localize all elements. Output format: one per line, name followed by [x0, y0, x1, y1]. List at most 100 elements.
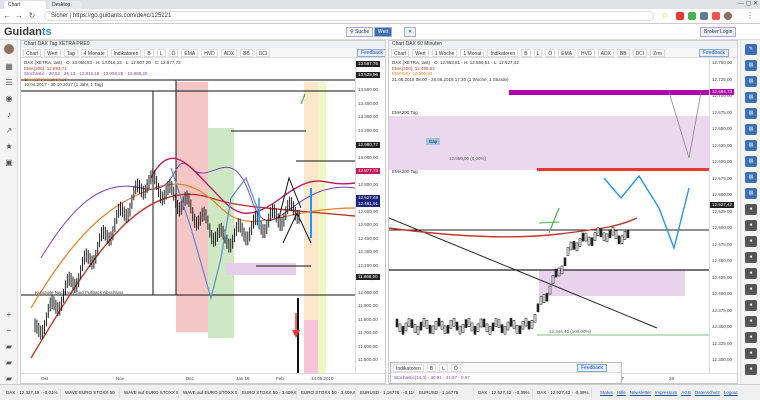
toolbar-button[interactable]: DCI	[255, 49, 271, 57]
toolbar-button[interactable]: 4 Monate	[80, 49, 108, 57]
avatar[interactable]: ●	[745, 332, 757, 343]
toolbar-button[interactable]: 1 Monat	[460, 49, 485, 57]
extension-icon-3[interactable]	[700, 12, 708, 20]
toolbar-button[interactable]: B	[426, 364, 437, 372]
toolbar-button[interactable]: BB	[616, 49, 630, 57]
avatar[interactable]: ●	[745, 364, 757, 375]
toolbar-button[interactable]: L	[156, 49, 166, 57]
profile-avatar[interactable]	[724, 12, 732, 20]
extension-icon[interactable]	[676, 12, 684, 20]
toolbar-button[interactable]: Ö	[450, 364, 461, 372]
toolbar-button[interactable]: L	[533, 49, 543, 57]
feedback-button[interactable]: Feedback	[357, 49, 385, 57]
avatar[interactable]: ●	[745, 220, 757, 231]
header-tab-wert[interactable]: Wert	[374, 27, 393, 37]
toolbar-button[interactable]: B	[521, 49, 531, 57]
avatar[interactable]: ●	[745, 204, 757, 215]
footer-link[interactable]: Datenschutz	[695, 390, 720, 395]
ticker-item[interactable]: EURO STOXX 50 · 3.409,65 · -0,07%	[240, 388, 297, 398]
panel-icon[interactable]: ▤	[745, 188, 757, 199]
panel-icon[interactable]: ▤	[745, 124, 757, 135]
add-icon[interactable]: +	[3, 310, 15, 320]
browser-tab-desktop[interactable]: Desktop	[48, 1, 82, 9]
panel-icon[interactable]: ▤	[745, 92, 757, 103]
ticker-item[interactable]: WAVE auf EURO STOXX 50	[181, 388, 238, 398]
toolbar-button[interactable]: B	[144, 49, 154, 57]
toolbar-button[interactable]: EMA	[558, 49, 576, 57]
star-icon[interactable]: ★	[3, 142, 15, 152]
grid-icon[interactable]: ▦	[3, 62, 15, 72]
browser-menu-icon[interactable]: ⋮	[745, 11, 755, 21]
feedback-button[interactable]: Feedback	[699, 49, 729, 57]
ticker-item[interactable]: DAX · 12.527,42 · -0,39%	[476, 388, 533, 398]
toolbar-button[interactable]: HVD	[201, 49, 218, 57]
footer-link[interactable]: Status	[600, 390, 613, 395]
eye-icon[interactable]: ◉	[3, 94, 15, 104]
footer-link[interactable]: Hilfe	[617, 390, 626, 395]
toolbar-button[interactable]: EMA	[181, 49, 199, 57]
ticker-item[interactable]: DAX · 12.327,49 · -0,01%	[4, 388, 61, 398]
forward-icon[interactable]: →	[14, 11, 24, 21]
toolbar-button[interactable]: Indikatoren	[110, 49, 142, 57]
avatar[interactable]: ●	[745, 252, 757, 263]
bell-icon[interactable]: ♪	[3, 110, 15, 120]
chart-canvas-right[interactable]: 12.550,00 (0,00%) 12.344,40 (100,00%) EM…	[389, 58, 709, 375]
folder-icon[interactable]: ▰	[3, 358, 15, 368]
chart-icon[interactable]: ↗	[3, 126, 15, 136]
address-input[interactable]: Sicher | https://go.guidants.com/de#c/12…	[44, 11, 654, 21]
panel-icon[interactable]: ▤	[745, 140, 757, 151]
panel-icon[interactable]: ▤	[745, 108, 757, 119]
toolbar-button[interactable]: Ö	[545, 49, 556, 57]
star-icon[interactable]: ☆	[660, 11, 670, 21]
toolbar-button[interactable]: Ö	[168, 49, 179, 57]
panel-icon[interactable]: ▤	[745, 156, 757, 167]
toolbar-button[interactable]: Zrm	[650, 49, 666, 57]
avatar[interactable]: ●	[745, 236, 757, 247]
avatar[interactable]: ●	[745, 348, 757, 359]
folder-icon[interactable]: ▰	[3, 374, 15, 384]
footer-link[interactable]: AGB	[681, 390, 691, 395]
avatar[interactable]: ●	[745, 268, 757, 279]
chart-canvas-left[interactable]: Kursziele Nachlaufe und Pullback Abschlu…	[21, 58, 355, 375]
extension-icon-2[interactable]	[688, 12, 696, 20]
toolbar-button[interactable]: Chart	[391, 49, 410, 57]
avatar[interactable]: ●	[745, 316, 757, 327]
toolbar-button[interactable]: 1 Woche	[431, 49, 458, 57]
toolbar-button[interactable]: Wert	[44, 49, 61, 57]
folder-icon[interactable]: ▣	[3, 158, 15, 168]
close-icon[interactable]: ✕	[404, 27, 417, 37]
avatar[interactable]	[3, 44, 15, 54]
ticker-item[interactable]: EURO STOXX 50 · 3.409,60	[299, 388, 356, 398]
panel-icon[interactable]: ▤	[745, 76, 757, 87]
ticker-item[interactable]: DAX · 12.527,42 · -0,39%	[535, 388, 592, 398]
reload-icon[interactable]: ↻	[27, 11, 37, 21]
footer-link[interactable]: Logout	[724, 390, 738, 395]
footer-link[interactable]: Newsletter	[630, 390, 651, 395]
extension-icon-4[interactable]	[712, 12, 720, 20]
open-icon[interactable]: ✎	[745, 44, 757, 55]
toolbar-button[interactable]: DCI	[632, 49, 648, 57]
avatar[interactable]: ●	[745, 300, 757, 311]
toolbar-button[interactable]: Tag	[63, 49, 78, 57]
ticker-item[interactable]: EURUSD · 1,16776	[417, 388, 474, 398]
toolbar-button[interactable]: Indikatoren	[487, 49, 519, 57]
toolbar-button[interactable]: Indikatoren	[393, 364, 424, 372]
footer-link[interactable]: Impressum	[655, 390, 677, 395]
broker-login-button[interactable]: Broker Login	[700, 27, 737, 37]
toolbar-button[interactable]: L	[439, 364, 448, 372]
folder-icon[interactable]: ▰	[3, 342, 15, 352]
panel-icon[interactable]: ▤	[745, 172, 757, 183]
header-tab-search[interactable]: ⚲ Suche	[346, 27, 374, 37]
toolbar-button[interactable]: BB	[240, 49, 253, 57]
avatar[interactable]: ●	[745, 284, 757, 295]
toolbar-button[interactable]: HVD	[578, 49, 595, 57]
panel-icon[interactable]: ▤	[745, 60, 757, 71]
minus-icon[interactable]: −	[3, 326, 15, 336]
toolbar-button[interactable]: ADX	[597, 49, 614, 57]
feedback-button[interactable]: Feedback	[577, 364, 607, 372]
back-icon[interactable]: ←	[2, 11, 12, 21]
ticker-item[interactable]: EURUSD · 1,16776 · -0,11%	[358, 388, 415, 398]
toolbar-button[interactable]: Wert	[412, 49, 429, 57]
ticker-item[interactable]: WAVE EURO STOXX 50	[63, 388, 120, 398]
toolbar-button[interactable]: Chart	[23, 49, 42, 57]
